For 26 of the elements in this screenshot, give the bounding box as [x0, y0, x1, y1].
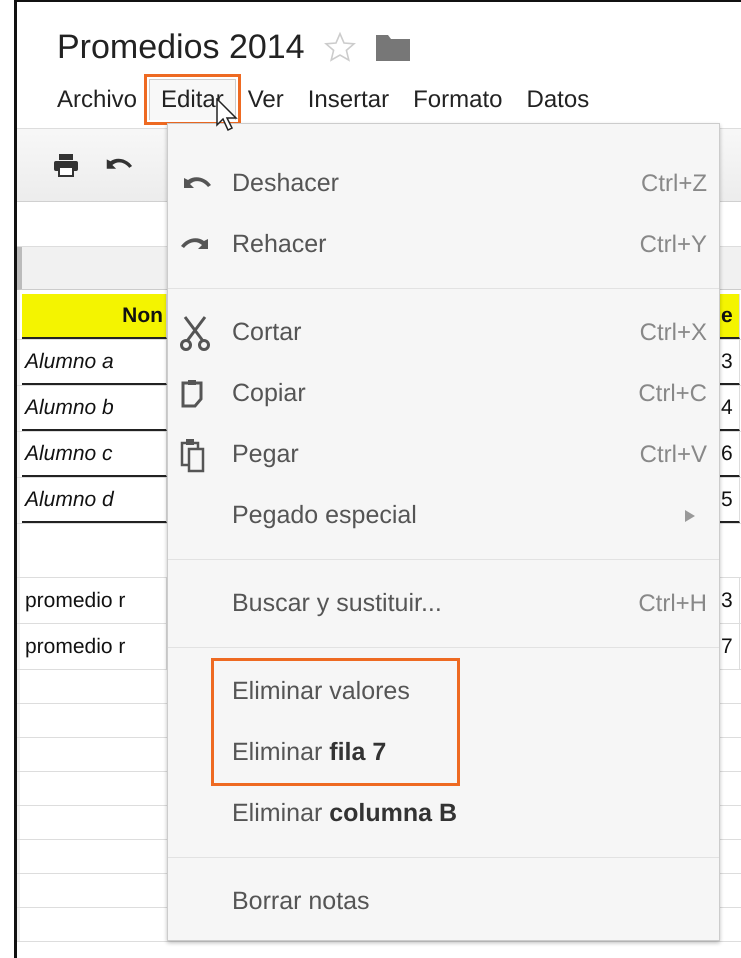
menu-option[interactable]: Eliminar fila 7 — [214, 722, 457, 783]
menu-option[interactable]: Eliminar columna B — [168, 783, 719, 844]
submenu-arrow-icon — [685, 510, 695, 522]
table-cell: e — [720, 294, 740, 339]
table-cell: Non — [22, 294, 167, 339]
menu-option[interactable]: Rehacer Ctrl+Y — [168, 214, 719, 275]
paste-icon — [180, 436, 206, 472]
copy-icon — [180, 378, 204, 408]
menu-item[interactable]: Archivo — [45, 78, 150, 120]
menu-option[interactable]: Pegado especial — [168, 485, 719, 546]
menu-option[interactable]: Copiar Ctrl+C — [168, 363, 719, 424]
folder-icon[interactable] — [374, 32, 411, 62]
menu-item[interactable]: Datos — [514, 78, 602, 120]
menu-item[interactable]: Insertar — [296, 78, 402, 120]
print-icon[interactable] — [53, 153, 79, 177]
menu-option[interactable]: Borrar notas — [168, 871, 719, 932]
menu-item[interactable]: Formato — [401, 78, 514, 120]
menu-option[interactable]: Deshacer Ctrl+Z — [168, 153, 719, 214]
menu-item[interactable]: Ver — [236, 78, 296, 120]
menu-option[interactable]: Pegar Ctrl+V — [168, 424, 719, 485]
menu-option[interactable]: Buscar y sustituir... Ctrl+H — [168, 573, 719, 634]
star-icon[interactable] — [322, 31, 357, 63]
scissors-icon — [180, 314, 210, 350]
menu-option[interactable]: Eliminar valores — [214, 661, 457, 722]
document-title: Promedios 2014 — [57, 28, 305, 66]
menu-option[interactable]: Cortar Ctrl+X — [168, 302, 719, 363]
